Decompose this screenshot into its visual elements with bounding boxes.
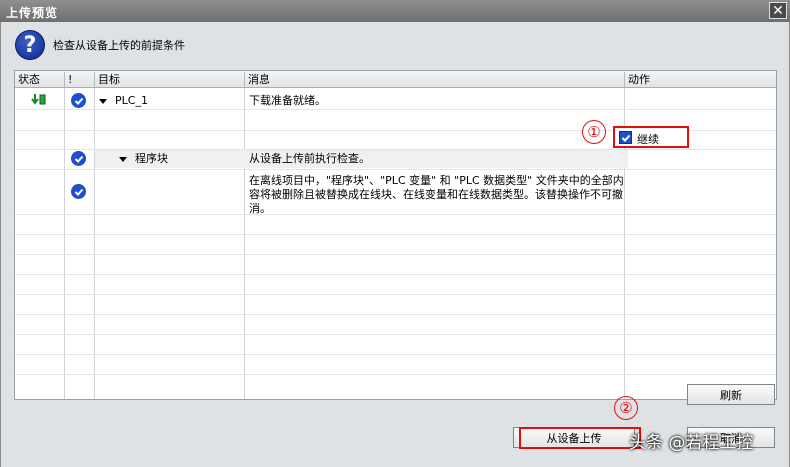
header-alert[interactable]: ! bbox=[65, 72, 95, 87]
col-alert bbox=[65, 71, 95, 399]
col-message bbox=[245, 71, 625, 399]
expand-arrow-icon[interactable] bbox=[99, 98, 107, 104]
expand-arrow-icon[interactable] bbox=[119, 156, 127, 162]
header-message[interactable]: 消息 bbox=[245, 72, 625, 87]
dialog-body: ? 检查从设备上传的前提条件 状态 ! 目标 消息 动作 PLC_1 下载准备就… bbox=[0, 22, 790, 467]
warning-message: 在离线项目中，"程序块"、"PLC 变量" 和 "PLC 数据类型" 文件夹中的… bbox=[249, 174, 624, 215]
close-button[interactable]: ✕ bbox=[769, 2, 787, 19]
continue-label: 继续 bbox=[637, 133, 659, 146]
message-cell: 下载准备就绪。 bbox=[249, 94, 326, 107]
check-icon bbox=[71, 184, 86, 199]
download-status-icon bbox=[31, 94, 46, 105]
col-status bbox=[15, 71, 65, 399]
col-target bbox=[95, 71, 245, 399]
title-bar: 上传预览 ✕ bbox=[0, 0, 790, 22]
table-header: 状态 ! 目标 消息 动作 bbox=[15, 71, 776, 88]
header-status[interactable]: 状态 bbox=[15, 72, 65, 87]
annotation-marker-1: ① bbox=[582, 120, 606, 144]
annotation-marker-2: ② bbox=[614, 396, 638, 420]
header-target[interactable]: 目标 bbox=[95, 72, 245, 87]
refresh-button[interactable]: 刷新 bbox=[687, 384, 775, 405]
upload-highlight-box bbox=[519, 427, 641, 449]
close-icon: ✕ bbox=[772, 2, 784, 19]
check-icon bbox=[71, 151, 86, 166]
check-icon bbox=[71, 93, 86, 108]
target-cell[interactable]: 程序块 bbox=[119, 152, 168, 166]
target-cell[interactable]: PLC_1 bbox=[99, 94, 148, 108]
upload-preview-table: 状态 ! 目标 消息 动作 PLC_1 下载准备就绪。 程序块 从设备上传前执行… bbox=[14, 70, 777, 400]
header-message: 检查从设备上传的前提条件 bbox=[53, 39, 185, 52]
question-icon: ? bbox=[15, 30, 45, 60]
watermark: 头条 @若程工控 bbox=[629, 433, 754, 453]
checkbox-checked-icon bbox=[619, 131, 632, 144]
header-action[interactable]: 动作 bbox=[625, 72, 776, 87]
message-cell: 从设备上传前执行检查。 bbox=[249, 152, 370, 165]
window-title: 上传预览 bbox=[6, 6, 59, 20]
continue-checkbox[interactable]: 继续 bbox=[613, 126, 689, 148]
header: ? 检查从设备上传的前提条件 bbox=[15, 30, 185, 60]
